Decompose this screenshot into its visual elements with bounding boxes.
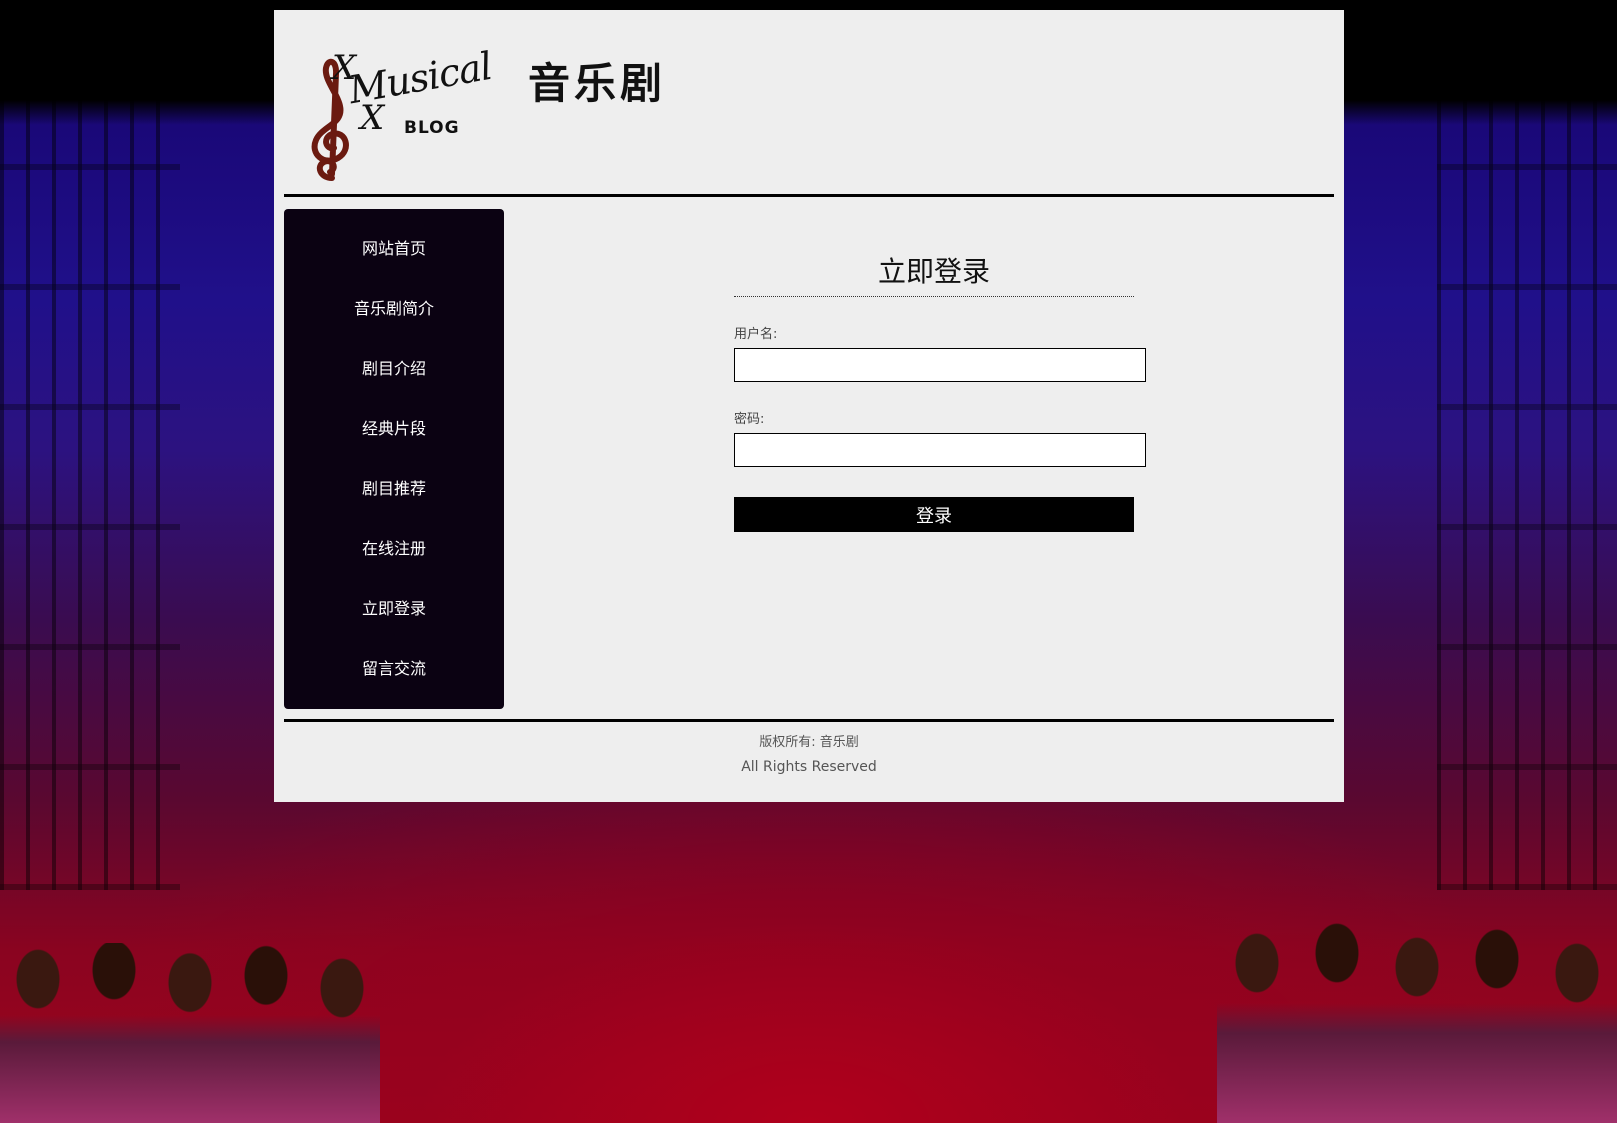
sidebar-item-musical-intro[interactable]: 音乐剧简介 xyxy=(284,289,504,349)
footer-copyright: 版权所有: 音乐剧 xyxy=(759,735,859,750)
logo-blog-text: BLOG xyxy=(404,118,460,138)
password-label: 密码: xyxy=(734,412,765,427)
header: X Musical X BLOG 音乐剧 xyxy=(274,10,1344,196)
sidebar-nav: 网站首页 音乐剧简介 剧目介绍 经典片段 剧目推荐 在线注册 立即登录 留言交流 xyxy=(284,209,504,709)
page-panel: X Musical X BLOG 音乐剧 网站首页 音乐剧简介 剧目介绍 经典片… xyxy=(274,10,1344,802)
background-performers-left xyxy=(0,943,380,1123)
site-title: 音乐剧 xyxy=(528,59,667,108)
header-divider xyxy=(284,194,1334,197)
sidebar-item-classic-clips[interactable]: 经典片段 xyxy=(284,409,504,469)
background-performers-right xyxy=(1217,923,1617,1123)
login-button[interactable]: 登录 xyxy=(734,497,1134,532)
footer: 版权所有: 音乐剧 All Rights Reserved xyxy=(274,734,1344,778)
background-scaffold-right xyxy=(1437,90,1617,890)
password-input[interactable] xyxy=(734,433,1146,467)
sidebar-item-messages[interactable]: 留言交流 xyxy=(284,649,504,709)
sidebar-item-recommendations[interactable]: 剧目推荐 xyxy=(284,469,504,529)
footer-rights: All Rights Reserved xyxy=(741,759,877,775)
sidebar-item-login[interactable]: 立即登录 xyxy=(284,589,504,649)
sidebar-item-repertoire[interactable]: 剧目介绍 xyxy=(284,349,504,409)
background-scaffold-left xyxy=(0,90,180,890)
sidebar-item-home[interactable]: 网站首页 xyxy=(284,229,504,289)
site-logo[interactable]: X Musical X BLOG xyxy=(302,44,495,192)
username-input[interactable] xyxy=(734,348,1146,382)
username-label: 用户名: xyxy=(734,327,778,342)
footer-divider xyxy=(284,719,1334,722)
login-form: 立即登录 用户名: 密码: 登录 xyxy=(734,250,1146,532)
logo-letter-x: X xyxy=(360,98,385,138)
sidebar-item-register[interactable]: 在线注册 xyxy=(284,529,504,589)
login-heading: 立即登录 xyxy=(734,250,1134,297)
